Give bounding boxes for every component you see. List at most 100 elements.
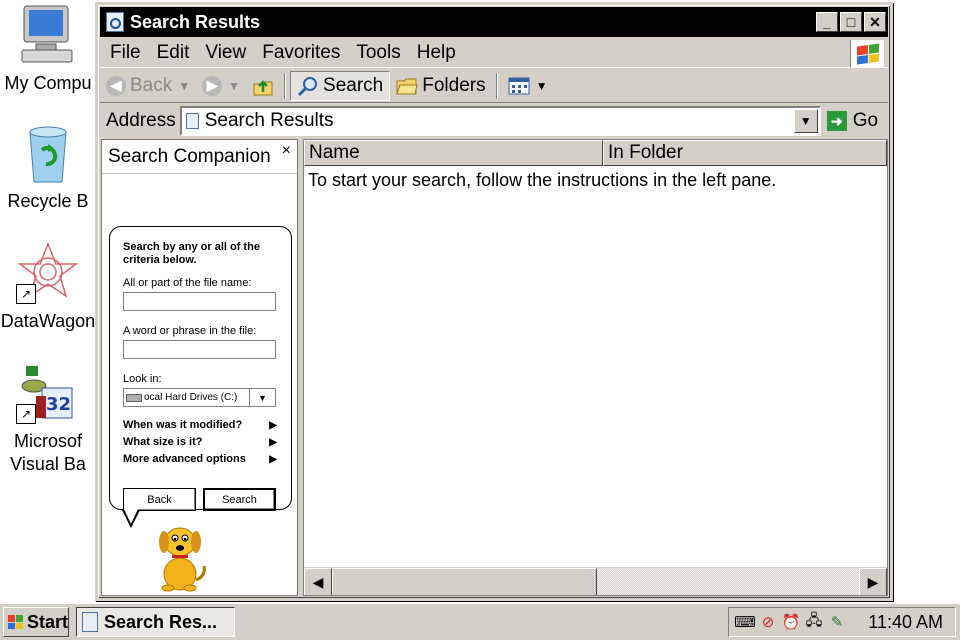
address-dropdown-button[interactable]: ▼ (793, 109, 818, 133)
search-label: Search (323, 74, 384, 96)
search-results-window: Search Results _ □ ✕ File Edit View Favo… (95, 2, 893, 601)
address-field[interactable]: Search Results ▼ (179, 106, 821, 136)
column-header-name[interactable]: Name (304, 140, 603, 166)
shortcut-arrow-icon: ↗ (16, 284, 36, 304)
menu-edit[interactable]: Edit (149, 42, 198, 64)
desktop-icon-datawagon[interactable]: ↗ DataWagon (0, 241, 96, 333)
search-button[interactable]: Search (290, 70, 391, 101)
pen-input-icon[interactable]: ✎ (827, 612, 847, 632)
back-button[interactable]: ◀ Back ▼ (100, 71, 196, 101)
hard-drive-icon (126, 393, 142, 402)
horizontal-scrollbar[interactable]: ◀ ▶ (304, 567, 887, 595)
folders-icon (396, 78, 418, 94)
expand-arrow-icon: ▶ (269, 419, 277, 431)
desktop-icon-my-computer[interactable]: My Compu (0, 4, 96, 95)
go-button[interactable]: ➜ Go (826, 110, 879, 132)
phrase-input[interactable] (123, 340, 276, 359)
minimize-button[interactable]: _ (816, 12, 838, 32)
menu-file[interactable]: File (100, 42, 149, 64)
my-computer-icon (16, 4, 80, 66)
back-dropdown-icon[interactable]: ▼ (178, 79, 190, 93)
lookin-select[interactable]: ocal Hard Drives (C:) ▼ (123, 388, 276, 407)
results-pane: Name In Folder To start your search, fol… (303, 139, 888, 596)
search-companion-pane: Search Companion × Search by any or all … (101, 139, 298, 596)
desktop-icon-label: Recycle B (7, 191, 89, 211)
scroll-thumb[interactable] (332, 568, 597, 595)
companion-back-button[interactable]: Back (123, 488, 196, 511)
network-icon[interactable]: 🖧 (804, 612, 824, 632)
shortcut-arrow-icon: ↗ (16, 404, 36, 424)
desktop-icon-label: Microsof Visual Ba (10, 431, 86, 474)
up-folder-button[interactable] (246, 71, 280, 101)
desktop-icon-label: DataWagon (0, 311, 96, 331)
chevron-down-icon[interactable]: ▼ (249, 389, 275, 406)
datawagon-icon: ↗ (16, 241, 80, 304)
keyboard-icon[interactable]: ⌨ (734, 612, 756, 632)
search-bubble: Search by any or all of the criteria bel… (109, 226, 292, 511)
title-bar[interactable]: Search Results _ □ ✕ (100, 7, 888, 37)
companion-title: Search Companion (108, 145, 271, 167)
folders-label: Folders (422, 74, 486, 96)
menu-bar: File Edit View Favorites Tools Help (100, 38, 888, 68)
lookin-label: Look in: (123, 373, 162, 385)
desktop-icon-visual-basic[interactable]: 32 ↗ Microsof Visual Ba (0, 362, 96, 476)
companion-search-button[interactable]: Search (203, 488, 276, 511)
visual-basic-icon: 32 ↗ (16, 362, 80, 424)
option-size[interactable]: What size is it? ▶ (123, 436, 281, 448)
search-page-icon (106, 12, 124, 32)
menu-help[interactable]: Help (409, 42, 464, 64)
results-message: To start your search, follow the instruc… (308, 170, 777, 190)
column-header-in-folder[interactable]: In Folder (602, 140, 887, 166)
windows-logo-icon (8, 615, 23, 629)
start-button[interactable]: Start (3, 607, 69, 637)
search-intro: Search by any or all of the criteria bel… (123, 241, 260, 266)
menu-tools[interactable]: Tools (348, 42, 408, 64)
views-dropdown-icon[interactable]: ▼ (536, 79, 548, 93)
filename-input[interactable] (123, 292, 276, 311)
forward-dropdown-icon[interactable]: ▼ (228, 79, 240, 93)
taskbar-button-search-results[interactable]: Search Res... (76, 607, 235, 637)
scroll-left-button[interactable]: ◀ (304, 568, 332, 595)
go-label: Go (852, 110, 879, 131)
filename-label: All or part of the file name: (123, 277, 252, 289)
companion-close-button[interactable]: × (282, 142, 291, 160)
scroll-right-button[interactable]: ▶ (859, 568, 887, 595)
clock: 11:40 AM (868, 611, 943, 632)
standard-toolbar: ◀ Back ▼ ▶ ▼ Search Folders ▼ (100, 69, 888, 103)
bubble-tail (122, 509, 140, 528)
maximize-button[interactable]: □ (840, 12, 862, 32)
companion-header: Search Companion × (102, 140, 297, 174)
menu-view[interactable]: View (197, 42, 254, 64)
address-value: Search Results (204, 110, 334, 131)
windows-logo-icon (850, 40, 884, 68)
search-page-icon (185, 113, 199, 129)
forward-arrow-icon: ▶ (202, 75, 223, 96)
search-page-icon (82, 612, 98, 632)
taskbar-button-label: Search Res... (104, 611, 218, 632)
up-folder-icon (253, 79, 273, 95)
search-magnifier-icon (297, 76, 318, 96)
window-title: Search Results (130, 11, 261, 32)
svg-text:32: 32 (46, 394, 71, 415)
column-headers: Name In Folder (304, 140, 887, 166)
option-label: When was it modified? (123, 419, 243, 431)
views-icon (508, 77, 530, 94)
option-advanced[interactable]: More advanced options ▶ (123, 453, 281, 465)
menu-favorites[interactable]: Favorites (254, 42, 348, 64)
expand-arrow-icon: ▶ (269, 453, 277, 465)
back-label: Back (130, 74, 173, 96)
option-modified[interactable]: When was it modified? ▶ (123, 419, 281, 431)
no-entry-icon[interactable]: ⊘ (758, 612, 778, 632)
search-dog-icon[interactable] (150, 520, 210, 592)
forward-button[interactable]: ▶ ▼ (196, 71, 246, 101)
address-label: Address (106, 110, 176, 131)
go-arrow-icon: ➜ (826, 111, 847, 131)
desktop-icon-recycle-bin[interactable]: Recycle B (0, 122, 96, 213)
start-label: Start (26, 611, 68, 632)
views-button[interactable]: ▼ (502, 71, 554, 101)
folders-button[interactable]: Folders (390, 71, 491, 101)
clock-tray-icon[interactable]: ⏰ (781, 612, 801, 632)
option-label: What size is it? (123, 436, 203, 448)
option-label: More advanced options (123, 453, 246, 465)
close-button[interactable]: ✕ (864, 12, 886, 32)
